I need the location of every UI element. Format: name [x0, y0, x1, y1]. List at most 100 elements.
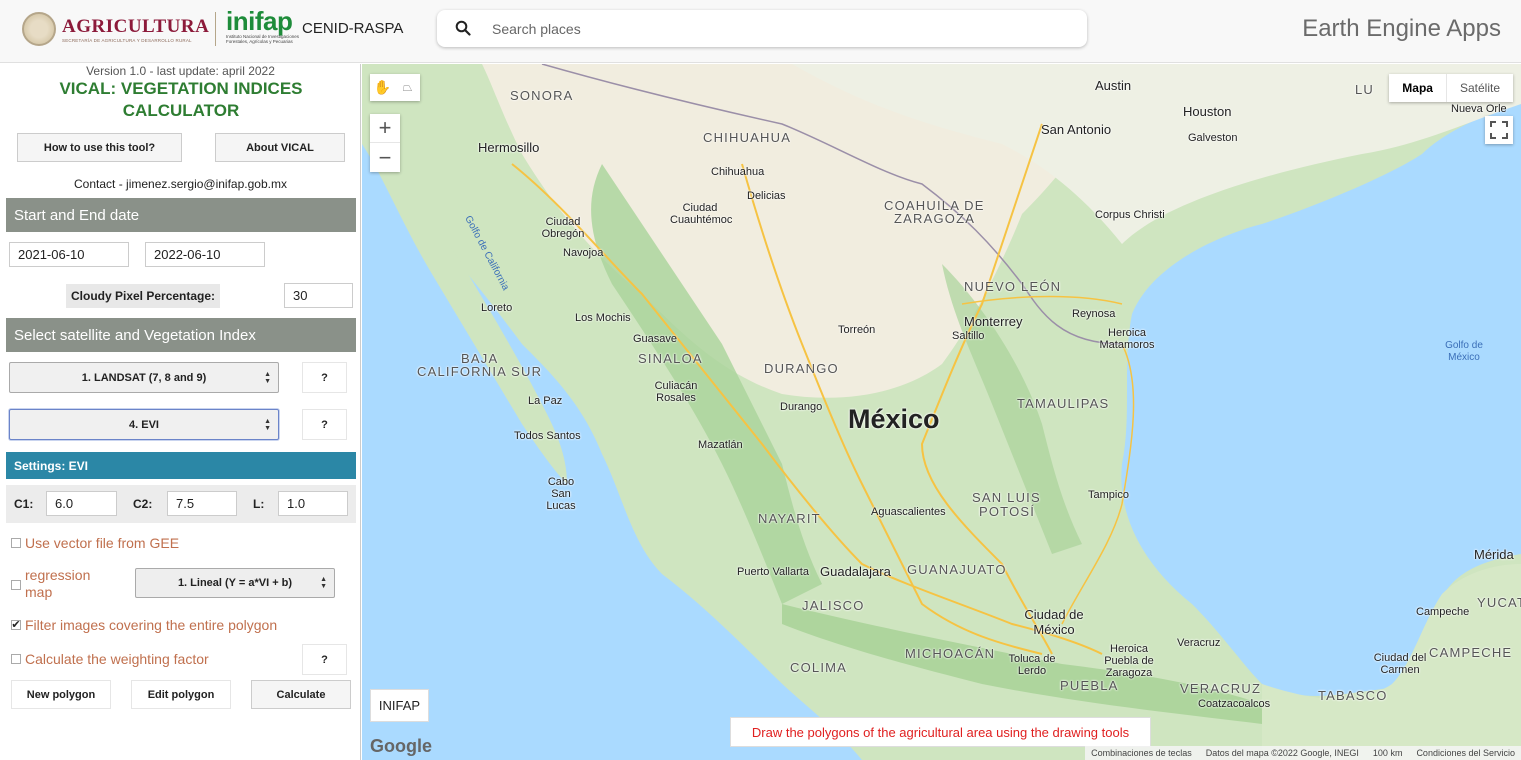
map-label-city: Austin: [1095, 78, 1132, 93]
regression-select-value: 1. Lineal (Y = a*VI + b): [177, 577, 293, 589]
inifap-button[interactable]: INIFAP: [370, 689, 429, 722]
inifap-logo: inifap Instituto Nacional de Investigaci…: [226, 8, 306, 44]
map-label-city: Toluca de Lerdo: [1008, 653, 1056, 677]
map-label-city: Durango: [780, 401, 823, 413]
earth-engine-apps-brand: Earth Engine Apps: [1302, 15, 1501, 42]
cloudy-pixel-label: Cloudy Pixel Percentage:: [66, 284, 221, 308]
satellite-section-header: Select satellite and Vegetation Index: [6, 318, 356, 352]
map-label-state: SONORA: [510, 88, 574, 103]
map-label-country: México: [848, 404, 940, 434]
app-title: VICAL: VEGETATION INDICES CALCULATOR: [59, 79, 303, 120]
map-label-city: Ciudad del Carmen: [1373, 652, 1427, 676]
filter-images-checkbox[interactable]: ✔: [11, 620, 21, 631]
logo-divider: [215, 12, 216, 46]
l-label: L:: [253, 497, 265, 511]
map-label-state: CAMPECHE: [1429, 645, 1513, 660]
google-logo: Google: [370, 736, 432, 756]
index-help-button[interactable]: ?: [302, 409, 347, 440]
map-view[interactable]: SONORA CHIHUAHUA COAHUILA DE ZARAGOZA NU…: [362, 64, 1521, 760]
agricultura-subtitle: SECRETARÍA DE AGRICULTURA Y DESARROLLO R…: [62, 37, 192, 43]
map-label-city: Hermosillo: [478, 140, 540, 155]
weighting-help-button[interactable]: ?: [302, 644, 347, 675]
map-label-state: YUCAT: [1477, 595, 1521, 610]
map-label-state: JALISCO: [802, 598, 865, 613]
draw-instructions-message: Draw the polygons of the agricultural ar…: [730, 717, 1151, 747]
select-arrows-icon: ▲ ▼: [264, 370, 271, 385]
new-polygon-button[interactable]: New polygon: [11, 680, 111, 709]
map-label-state: VERACRUZ: [1180, 681, 1262, 696]
map-label-city: Loreto: [481, 302, 513, 314]
map-label-city: Puerto Vallarta: [737, 566, 809, 578]
control-panel: Version 1.0 - last update: april 2022 VI…: [0, 64, 361, 760]
satellite-select-value: 1. LANDSAT (7, 8 and 9): [81, 371, 207, 384]
map-label-state: GUANAJUATO: [907, 562, 1007, 577]
agricultura-logo: AGRICULTURA SECRETARÍA DE AGRICULTURA Y …: [22, 12, 209, 46]
inifap-subtitle: Instituto Nacional de Investigaciones Fo…: [226, 34, 300, 44]
search-icon: [455, 20, 471, 36]
how-to-use-button[interactable]: How to use this tool?: [17, 133, 182, 162]
map-label-state: CHIHUAHUA: [703, 130, 792, 145]
map-label-city: Aguascalientes: [871, 506, 946, 518]
satellite-help-button[interactable]: ?: [302, 362, 347, 393]
map-label-state: MICHOACÁN: [905, 646, 996, 661]
keyboard-shortcuts-link[interactable]: Combinaciones de teclas: [1091, 748, 1192, 758]
map-label-city: Culiacán Rosales: [654, 380, 698, 404]
search-input[interactable]: [492, 18, 1052, 40]
map-type-map-button[interactable]: Mapa: [1389, 74, 1446, 102]
mexico-seal-icon: [22, 12, 56, 46]
map-label-state: SAN LUIS: [972, 490, 1041, 505]
c1-input[interactable]: 6.0: [46, 491, 117, 516]
map-label-city: Nueva Orle: [1451, 103, 1507, 115]
map-label-city: Saltillo: [952, 330, 985, 342]
regression-select[interactable]: 1. Lineal (Y = a*VI + b) ▲ ▼: [135, 568, 335, 598]
satellite-select[interactable]: 1. LANDSAT (7, 8 and 9) ▲ ▼: [9, 362, 279, 393]
calculate-button[interactable]: Calculate: [251, 680, 351, 709]
map-attribution: Combinaciones de teclas Datos del mapa ©…: [1085, 746, 1521, 760]
map-label-city: Los Mochis: [575, 312, 631, 324]
c2-label: C2:: [133, 497, 153, 511]
c2-input[interactable]: 7.5: [167, 491, 237, 516]
zoom-out-icon[interactable]: −: [370, 143, 400, 172]
map-label-city: Ciudad Cuauhtémoc: [670, 202, 733, 226]
map-label-state: POTOSÍ: [979, 504, 1036, 519]
filter-images-label: Filter images covering the entire polygo…: [25, 617, 278, 633]
end-date-input[interactable]: 2022-06-10: [145, 242, 265, 267]
weighting-factor-label: Calculate the weighting factor: [25, 651, 209, 667]
map-label-city: Corpus Christi: [1095, 209, 1165, 221]
about-vical-button[interactable]: About VICAL: [215, 133, 345, 162]
cloudy-pixel-input[interactable]: 30: [284, 283, 353, 308]
weighting-factor-checkbox[interactable]: [11, 654, 21, 664]
agricultura-title: AGRICULTURA: [62, 15, 210, 37]
vegetation-index-select[interactable]: 4. EVI ▲ ▼: [9, 409, 279, 440]
map-label-city: Campeche: [1416, 606, 1470, 618]
regression-map-checkbox[interactable]: [11, 580, 21, 590]
hand-pan-icon[interactable]: ✋: [370, 74, 395, 101]
center-name: CENID-RASPA: [302, 20, 404, 37]
map-type-control: Mapa Satélite: [1389, 74, 1513, 102]
map-label-water: Golfo de México: [1445, 340, 1483, 363]
map-scale: 100 km: [1372, 748, 1403, 758]
zoom-in-icon[interactable]: +: [370, 114, 400, 143]
map-label-state: SINALOA: [638, 351, 703, 366]
vector-file-checkbox[interactable]: [11, 538, 21, 548]
version-text: Version 1.0 - last update: april 2022: [86, 64, 275, 78]
map-label-city: Galveston: [1188, 132, 1238, 144]
dates-section-header: Start and End date: [6, 198, 356, 232]
map-label-state: DURANGO: [764, 361, 839, 376]
map-label-state: LU: [1355, 82, 1375, 97]
polygon-draw-icon[interactable]: ⏢: [395, 74, 420, 101]
map-label-city: Mazatlán: [698, 439, 743, 451]
l-input[interactable]: 1.0: [278, 491, 348, 516]
map-label-city: Heroica Matamoros: [1099, 327, 1155, 351]
drawing-toolbar: ✋ ⏢: [370, 74, 420, 101]
edit-polygon-button[interactable]: Edit polygon: [131, 680, 231, 709]
map-type-satellite-button[interactable]: Satélite: [1445, 74, 1513, 102]
start-date-input[interactable]: 2021-06-10: [9, 242, 129, 267]
terms-link[interactable]: Condiciones del Servicio: [1416, 748, 1515, 758]
search-box[interactable]: [437, 10, 1087, 47]
top-bar: AGRICULTURA SECRETARÍA DE AGRICULTURA Y …: [0, 0, 1521, 63]
c1-label: C1:: [14, 497, 34, 511]
map-label-state: ZARAGOZA: [894, 211, 976, 226]
map-label-city: Reynosa: [1072, 308, 1116, 320]
fullscreen-icon[interactable]: [1485, 116, 1513, 144]
